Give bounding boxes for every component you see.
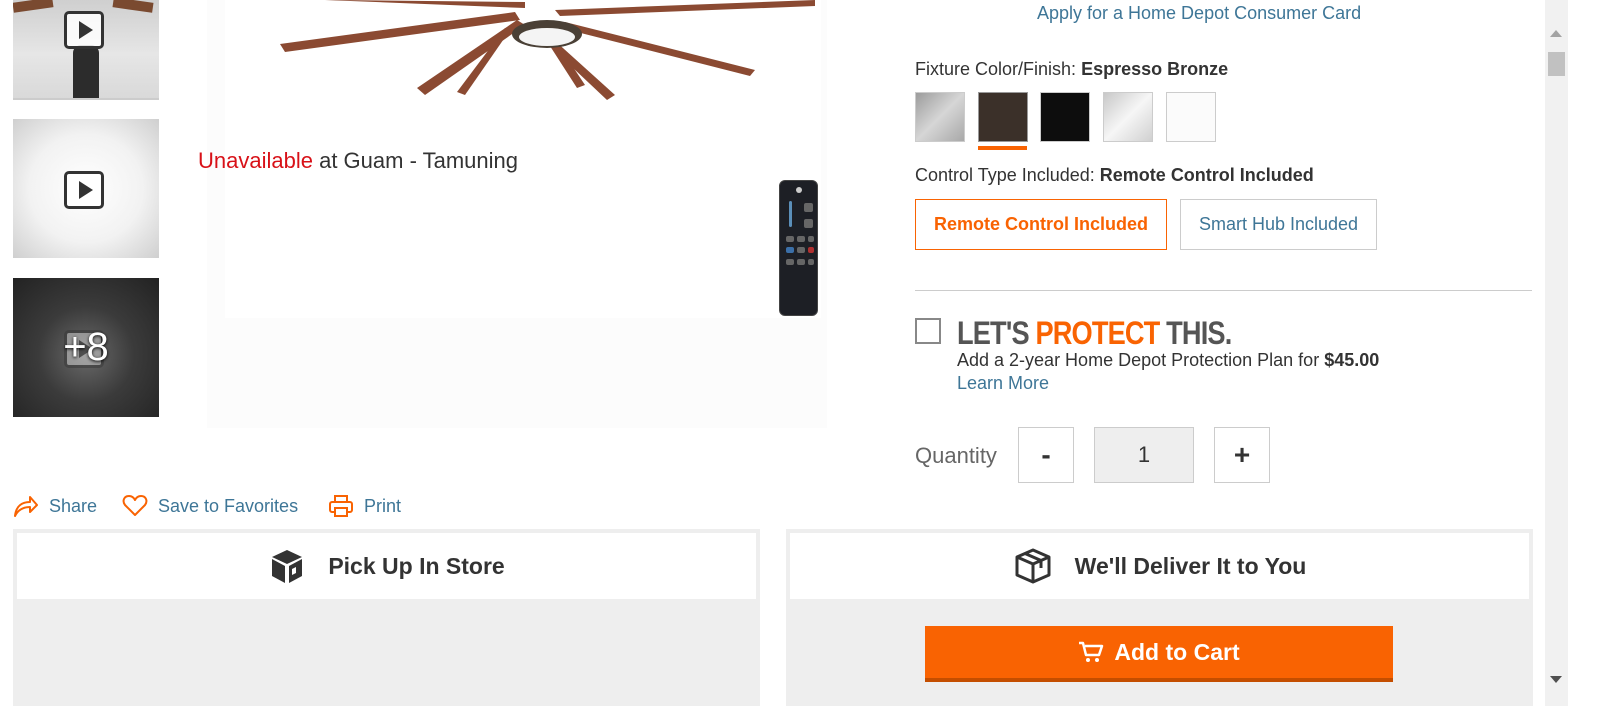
swatch-chrome[interactable] [1103, 92, 1153, 142]
smart-hub-option-button[interactable]: Smart Hub Included [1180, 199, 1377, 250]
protection-description: Add a 2-year Home Depot Protection Plan … [957, 350, 1380, 370]
delivery-box-icon [1015, 548, 1051, 584]
video-thumbnail-1[interactable] [13, 0, 159, 100]
scroll-up-arrow-icon[interactable] [1550, 30, 1562, 37]
store-box-icon [272, 550, 303, 583]
fan-blade-detail [112, 0, 154, 13]
fan-blade-detail [13, 0, 54, 13]
pickup-availability: Unavailable at Guam - Tamuning [198, 148, 519, 173]
control-type-label: Control Type Included: Remote Control In… [915, 165, 1314, 185]
delivery-card-header: We'll Deliver It to You [790, 533, 1529, 599]
share-icon [14, 496, 38, 517]
selected-finish: Espresso Bronze [1081, 59, 1229, 79]
share-link[interactable]: Share [13, 493, 97, 519]
swatch-brushed-nickel[interactable] [915, 92, 965, 142]
add-to-cart-button[interactable]: Add to Cart [925, 626, 1393, 682]
pickup-card-header: Pick Up In Store [17, 533, 756, 599]
consumer-card-link[interactable]: Apply for a Home Depot Consumer Card [1037, 3, 1361, 24]
learn-more-link[interactable]: Learn More [957, 373, 1049, 394]
remote-control-image [779, 180, 818, 316]
hand-image [73, 45, 99, 98]
play-icon [64, 171, 104, 209]
quantity-input[interactable]: 1 [1094, 427, 1194, 483]
section-divider [915, 290, 1532, 291]
swatch-espresso-bronze[interactable] [978, 92, 1028, 142]
fan-light [519, 28, 575, 46]
printer-icon [329, 495, 353, 517]
play-icon [64, 11, 104, 49]
protection-title: LET'S PROTECT THIS. [957, 315, 1232, 351]
selected-control-type: Remote Control Included [1099, 165, 1314, 185]
scroll-down-arrow-icon[interactable] [1550, 676, 1562, 683]
cart-icon [1079, 641, 1104, 662]
swatch-white[interactable] [1166, 92, 1216, 142]
protection-plan-checkbox[interactable] [915, 318, 941, 344]
heart-icon [122, 495, 148, 516]
video-thumbnail-2[interactable] [13, 119, 159, 258]
quantity-decrement-button[interactable]: - [1018, 427, 1074, 483]
quantity-label: Quantity [915, 443, 997, 468]
swatch-selected-indicator [978, 146, 1027, 150]
pickup-in-store-card[interactable]: Pick Up In Store [13, 529, 760, 706]
more-media-count: +8 [63, 325, 109, 369]
swatch-black[interactable] [1040, 92, 1090, 142]
scrollbar-thumb[interactable] [1548, 52, 1565, 76]
protection-price: $45.00 [1324, 350, 1380, 370]
remote-control-option-button[interactable]: Remote Control Included [915, 199, 1167, 250]
more-media-thumbnail[interactable]: +8 [13, 278, 159, 417]
print-link[interactable]: Print [328, 493, 401, 519]
finish-label: Fixture Color/Finish: Espresso Bronze [915, 59, 1229, 79]
vertical-scrollbar[interactable] [1545, 0, 1568, 706]
save-to-favorites-link[interactable]: Save to Favorites [122, 493, 298, 519]
quantity-increment-button[interactable]: + [1214, 427, 1270, 483]
